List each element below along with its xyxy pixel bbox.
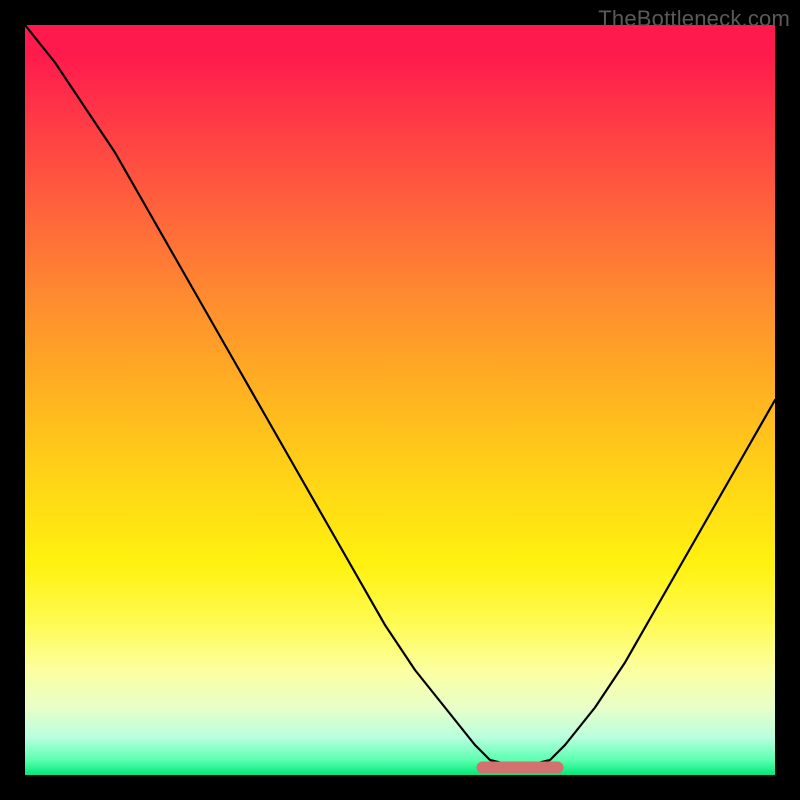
bottleneck-curve-line [25, 25, 775, 768]
chart-frame: TheBottleneck.com [0, 0, 800, 800]
watermark-text: TheBottleneck.com [598, 6, 790, 32]
plot-area [25, 25, 775, 775]
chart-svg [25, 25, 775, 775]
